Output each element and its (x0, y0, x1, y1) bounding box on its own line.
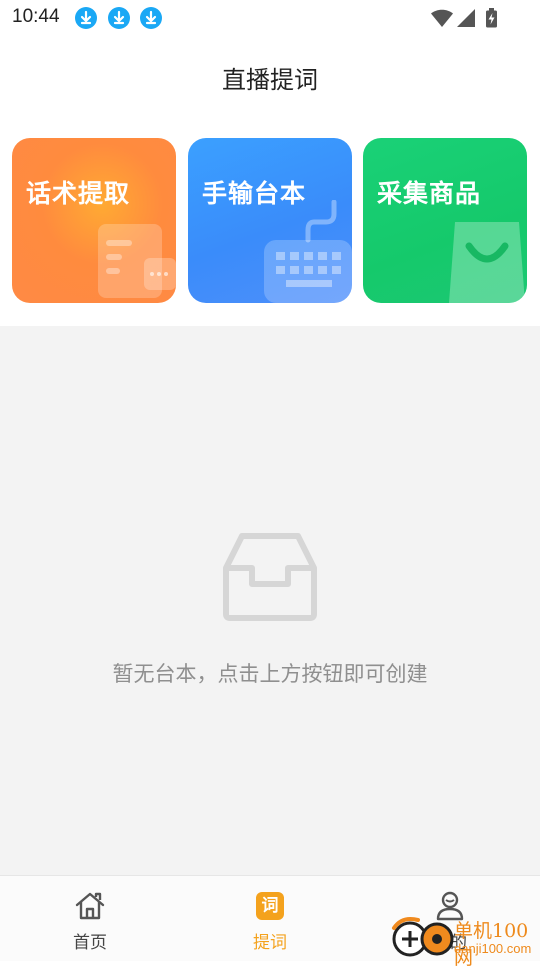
download-icon (140, 7, 162, 29)
document-icon (98, 224, 176, 298)
download-icon (75, 7, 97, 29)
wifi-icon (431, 9, 453, 27)
keyboard-icon (264, 200, 352, 303)
download-icon (108, 7, 130, 29)
watermark-url: danji100.com (454, 941, 532, 956)
status-bar: 10:44 (0, 0, 540, 36)
extract-script-card[interactable]: 话术提取 (12, 138, 176, 303)
shopping-bag-icon (449, 222, 525, 303)
card-label: 采集商品 (377, 179, 482, 208)
collect-product-card[interactable]: 采集商品 (363, 138, 527, 303)
home-icon (75, 892, 105, 920)
tab-prompter[interactable]: 词 提词 (180, 876, 360, 961)
empty-state-message: 暂无台本，点击上方按钮即可创建 (112, 662, 428, 686)
tab-label: 首页 (73, 933, 107, 953)
script-list-area: 暂无台本，点击上方按钮即可创建 (0, 326, 540, 875)
card-label: 话术提取 (26, 179, 131, 208)
signal-icon (457, 9, 475, 27)
watermark-logo-icon (392, 917, 454, 957)
empty-inbox-icon (223, 533, 317, 621)
page-title: 直播提词 (222, 66, 318, 94)
tab-label: 提词 (253, 933, 287, 953)
tab-home[interactable]: 首页 (0, 876, 180, 961)
manual-script-card[interactable]: 手输台本 (188, 138, 352, 303)
status-time: 10:44 (12, 6, 60, 27)
battery-charging-icon (486, 8, 497, 28)
action-cards: 话术提取 手输台本 采集商品 (12, 138, 528, 303)
word-icon: 词 (256, 892, 284, 920)
site-watermark: 单机100网 danji100.com (388, 914, 540, 969)
